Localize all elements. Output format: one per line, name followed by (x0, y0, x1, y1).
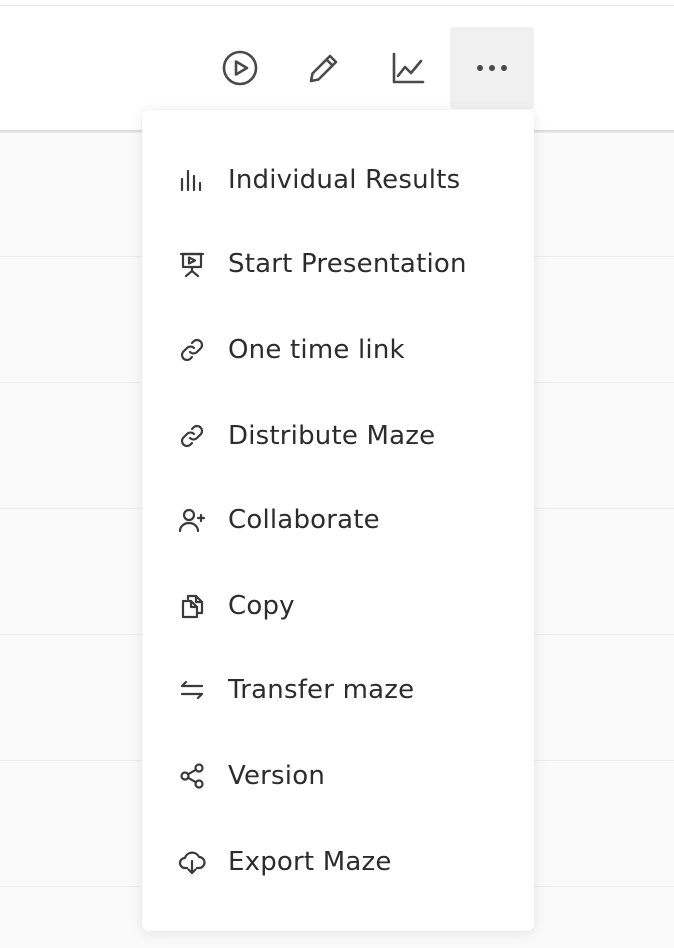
play-button[interactable] (198, 27, 282, 109)
menu-item-collaborate[interactable]: Collaborate (142, 478, 534, 562)
menu-item-label: Copy (228, 591, 295, 621)
menu-item-transfer-maze[interactable]: Transfer maze (142, 648, 534, 732)
menu-item-version[interactable]: Version (142, 734, 534, 818)
line-chart-icon (392, 52, 425, 84)
link-icon (178, 336, 206, 364)
menu-item-distribute-maze[interactable]: Distribute Maze (142, 394, 534, 478)
menu-item-label: Distribute Maze (228, 421, 436, 451)
analytics-button[interactable] (366, 27, 450, 109)
menu-item-label: Version (228, 761, 326, 791)
menu-item-label: Transfer maze (228, 675, 415, 705)
menu-item-label: Individual Results (228, 165, 461, 195)
presentation-icon (178, 250, 206, 278)
menu-item-label: Export Maze (228, 847, 392, 877)
menu-item-label: One time link (228, 335, 405, 365)
more-options-button[interactable] (450, 27, 534, 109)
menu-item-label: Collaborate (228, 505, 380, 535)
menu-item-one-time-link[interactable]: One time link (142, 308, 534, 392)
menu-item-label: Start Presentation (228, 249, 467, 279)
more-horizontal-icon (477, 65, 507, 71)
menu-item-copy[interactable]: Copy (142, 564, 534, 648)
user-plus-icon (178, 506, 206, 534)
link-icon (178, 422, 206, 450)
edit-button[interactable] (282, 27, 366, 109)
share-nodes-icon (178, 762, 206, 790)
copy-icon (178, 592, 206, 620)
more-options-menu: Individual Results Start Presentation On… (142, 110, 534, 931)
pencil-icon (309, 54, 338, 83)
menu-item-individual-results[interactable]: Individual Results (142, 138, 534, 222)
play-circle-icon (222, 50, 258, 86)
bar-chart-icon (178, 166, 206, 194)
menu-item-start-presentation[interactable]: Start Presentation (142, 222, 534, 306)
cloud-download-icon (178, 848, 206, 876)
page: Individual Results Start Presentation On… (0, 0, 674, 948)
menu-item-export-maze[interactable]: Export Maze (142, 820, 534, 904)
transfer-icon (178, 676, 206, 704)
